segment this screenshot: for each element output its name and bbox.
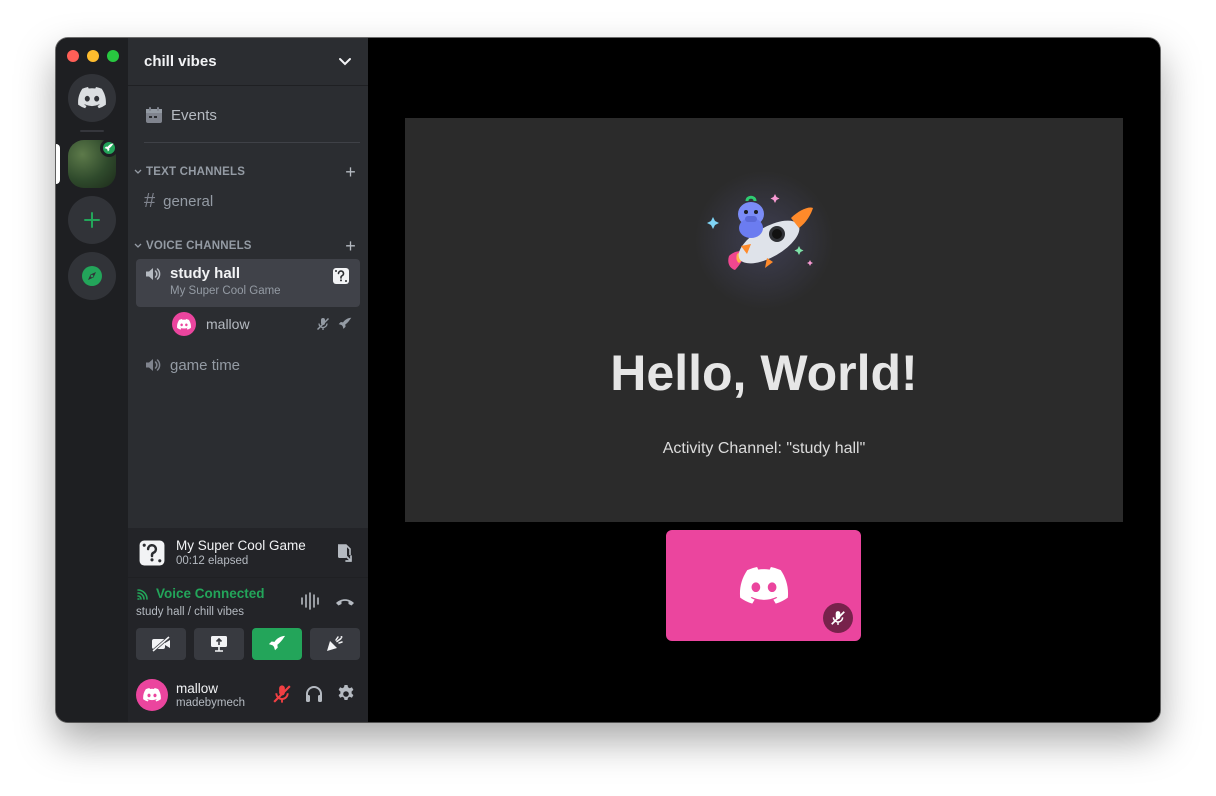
avatar[interactable] — [136, 679, 168, 711]
share-screen-button[interactable] — [194, 628, 244, 660]
channel-general[interactable]: # general — [136, 186, 360, 216]
rail-separator — [80, 130, 104, 132]
compass-icon — [81, 265, 103, 287]
home-button[interactable] — [68, 74, 116, 122]
muted-mic-icon — [823, 603, 853, 633]
chevron-down-icon — [338, 57, 352, 67]
server-header[interactable]: chill vibes — [128, 38, 368, 86]
activity-elapsed: 00:12 elapsed — [176, 555, 306, 567]
hashtag-icon: # — [144, 190, 155, 213]
discord-logo-icon — [177, 319, 191, 330]
chevron-down-icon — [132, 243, 144, 249]
activity-rocket-badge — [100, 139, 118, 157]
voice-location[interactable]: study hall / chill vibes — [136, 606, 244, 618]
selected-server-indicator — [56, 144, 60, 184]
add-server-button[interactable] — [68, 196, 116, 244]
muted-mic-icon — [316, 317, 330, 331]
discord-logo-icon — [143, 688, 161, 702]
window-controls — [67, 50, 119, 62]
chevron-down-icon — [132, 169, 144, 175]
activity-heading: Hello, World! — [405, 344, 1123, 402]
discord-logo-icon — [739, 567, 789, 605]
minimize-window-button[interactable] — [87, 50, 99, 62]
channel-name: game time — [170, 357, 240, 374]
activity-frame[interactable]: Hello, World! Activity Channel: "study h… — [405, 118, 1123, 522]
user-panel: mallow madebymech — [128, 668, 368, 722]
activity-stage: Hello, World! Activity Channel: "study h… — [368, 38, 1160, 722]
channel-activity: My Super Cool Game — [170, 285, 281, 297]
category-voice-channels[interactable]: VOICE CHANNELS + — [132, 237, 356, 255]
noise-suppression-icon[interactable] — [300, 592, 320, 610]
voice-member[interactable]: mallow — [172, 310, 360, 338]
channel-game-time[interactable]: game time — [136, 350, 360, 380]
avatar — [172, 312, 196, 336]
toggle-camera-button[interactable] — [136, 628, 186, 660]
speaker-icon — [144, 265, 162, 283]
rocket-icon — [104, 143, 114, 153]
activity-button[interactable] — [252, 628, 302, 660]
voice-connected-status[interactable]: Voice Connected — [136, 586, 265, 601]
plus-icon — [83, 211, 101, 229]
disconnect-icon[interactable] — [334, 593, 356, 609]
signal-icon — [136, 587, 152, 601]
channel-study-hall[interactable]: study hall My Super Cool Game — [136, 259, 360, 307]
camera-off-icon — [151, 636, 171, 652]
activity-dice-icon — [332, 267, 350, 289]
soundboard-icon — [325, 635, 345, 653]
maximize-window-button[interactable] — [107, 50, 119, 62]
rocket-icon — [338, 317, 352, 331]
user-name: mallow — [176, 681, 245, 696]
activity-title: My Super Cool Game — [176, 538, 306, 553]
category-label: TEXT CHANNELS — [146, 166, 245, 178]
speaker-icon — [144, 356, 162, 374]
discord-logo-icon — [78, 87, 106, 109]
voice-member-name: mallow — [206, 316, 250, 332]
create-channel-plus-icon[interactable]: + — [345, 162, 356, 183]
muted-mic-icon[interactable] — [272, 684, 292, 704]
category-text-channels[interactable]: TEXT CHANNELS + — [132, 163, 356, 181]
rocket-icon — [268, 635, 286, 653]
close-window-button[interactable] — [67, 50, 79, 62]
discover-button[interactable] — [68, 252, 116, 300]
channel-name: study hall — [170, 265, 281, 282]
gear-icon[interactable] — [336, 684, 356, 704]
calendar-icon — [145, 106, 163, 124]
participant-tile[interactable] — [666, 530, 861, 641]
channel-name: general — [163, 193, 213, 210]
activity-panel: My Super Cool Game 00:12 elapsed — [128, 528, 368, 578]
app-window: chill vibes Events TEXT CHANNELS + # gen… — [56, 38, 1160, 722]
soundboard-button[interactable] — [310, 628, 360, 660]
category-label: VOICE CHANNELS — [146, 240, 252, 252]
headphones-icon[interactable] — [304, 684, 324, 704]
events-item[interactable]: Events — [136, 98, 360, 132]
events-label: Events — [171, 107, 217, 124]
create-channel-plus-icon[interactable]: + — [345, 236, 356, 257]
user-handle: madebymech — [176, 697, 245, 709]
server-rail — [56, 38, 128, 722]
divider — [144, 142, 360, 143]
activity-channel-text: Activity Channel: "study hall" — [405, 440, 1123, 458]
voice-status-label: Voice Connected — [156, 586, 265, 601]
screen-share-icon — [209, 635, 229, 653]
wumpus-rocket-illustration — [707, 184, 819, 284]
voice-panel: Voice Connected study hall / chill vibes — [128, 578, 368, 668]
server-name: chill vibes — [144, 53, 217, 70]
channel-sidebar: chill vibes Events TEXT CHANNELS + # gen… — [128, 38, 368, 722]
activity-dice-icon — [138, 539, 166, 567]
leave-activity-icon[interactable] — [334, 543, 354, 568]
